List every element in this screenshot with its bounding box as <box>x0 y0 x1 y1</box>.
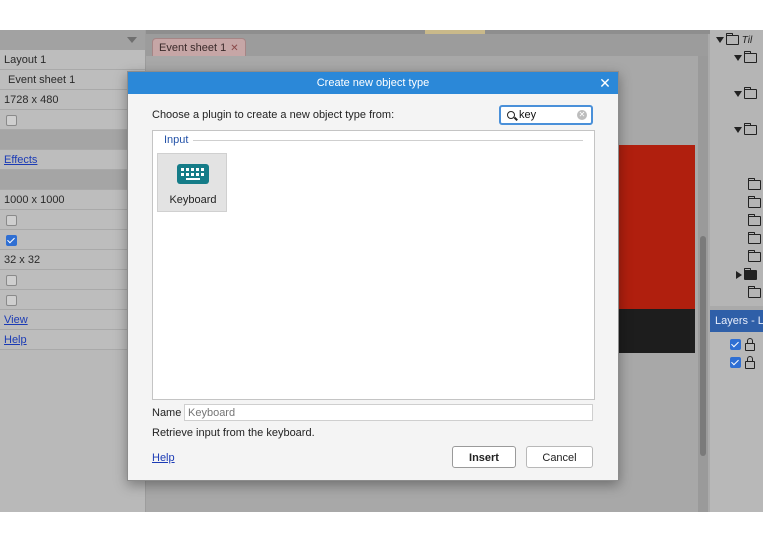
prop-section-header <box>0 130 145 150</box>
canvas-vertical-scrollbar[interactable] <box>698 56 708 512</box>
category-divider <box>193 140 583 141</box>
effects-link[interactable]: Effects <box>4 154 37 166</box>
view-link[interactable]: View <box>4 314 28 326</box>
object-name-input[interactable] <box>184 404 593 421</box>
plugin-keyboard[interactable]: Keyboard <box>157 153 227 212</box>
prop-value: 1728 x 480 <box>4 94 59 106</box>
plugin-search-input[interactable] <box>519 108 571 122</box>
cancel-button[interactable]: Cancel <box>526 446 593 468</box>
tree-item[interactable] <box>748 178 761 194</box>
plugin-search-box[interactable]: ✕ <box>499 105 593 125</box>
tree-item[interactable] <box>748 196 761 212</box>
layer-visible-checkbox[interactable] <box>730 339 741 351</box>
scrollbar-thumb[interactable] <box>700 236 706 456</box>
collapse-arrow-icon[interactable] <box>736 271 742 280</box>
tree-item[interactable] <box>734 51 757 67</box>
prop-checkbox-row <box>0 230 145 250</box>
prop-checkbox-row <box>0 110 145 130</box>
dialog-prompt: Choose a plugin to create a new object t… <box>152 109 395 121</box>
layers-panel-header: Layers - L <box>710 310 763 332</box>
help-link[interactable]: Help <box>152 452 175 464</box>
prop-event-sheet[interactable]: Event sheet 1 <box>0 70 145 90</box>
prop-layout-name[interactable]: Layout 1 <box>0 50 145 70</box>
insert-button[interactable]: Insert <box>452 446 516 468</box>
properties-header <box>0 30 145 50</box>
expand-arrow-icon[interactable] <box>716 37 724 44</box>
prop-checkbox-row <box>0 210 145 230</box>
tree-root-label: Til <box>741 35 753 46</box>
expand-arrow-icon[interactable] <box>734 127 742 134</box>
folder-filled-icon <box>744 268 757 281</box>
folder-icon <box>748 214 761 227</box>
prop-value: Event sheet 1 <box>8 74 76 86</box>
prop-checkbox-row <box>0 270 145 290</box>
folder-icon <box>748 178 761 191</box>
prop-value: Layout 1 <box>4 54 47 66</box>
dialog-title: Create new object type <box>128 72 618 94</box>
lock-icon[interactable] <box>745 355 755 369</box>
project-tree: Til <box>710 30 763 306</box>
layer-row[interactable] <box>728 336 755 351</box>
layer-visible-checkbox[interactable] <box>730 357 741 369</box>
prop-checkbox-checked[interactable] <box>6 234 17 246</box>
plugin-description: Retrieve input from the keyboard. <box>152 427 315 439</box>
prop-checkbox[interactable] <box>6 114 17 126</box>
tab-event-sheet-1[interactable]: Event sheet 1 ✕ <box>152 38 246 57</box>
collapse-arrow-icon[interactable] <box>127 37 137 43</box>
expand-arrow-icon[interactable] <box>734 55 742 62</box>
tree-item[interactable] <box>748 214 761 230</box>
create-object-dialog: Create new object type ✕ Choose a plugin… <box>127 71 619 481</box>
folder-icon <box>744 123 757 136</box>
folder-icon <box>726 33 739 46</box>
folder-icon <box>748 250 761 263</box>
prop-checkbox-row <box>0 290 145 310</box>
search-icon <box>507 111 515 119</box>
prop-margin-size[interactable]: 1000 x 1000 <box>0 190 145 210</box>
plugin-name: Keyboard <box>169 194 217 206</box>
tree-item[interactable] <box>734 87 757 103</box>
tree-item[interactable] <box>736 268 757 284</box>
prop-value: 32 x 32 <box>4 254 41 266</box>
tree-item[interactable] <box>748 250 761 266</box>
expand-arrow-icon[interactable] <box>734 91 742 98</box>
tree-item-root[interactable]: Til <box>716 33 753 49</box>
prop-help-row: Help <box>0 330 145 350</box>
folder-icon <box>744 51 757 64</box>
tab-close-icon[interactable]: ✕ <box>230 43 238 54</box>
prop-value: 1000 x 1000 <box>4 194 65 206</box>
prop-layout-size[interactable]: 1728 x 480 <box>0 90 145 110</box>
tree-item[interactable] <box>734 123 757 139</box>
tab-label: Event sheet 1 <box>159 42 227 54</box>
folder-icon <box>748 196 761 209</box>
clear-search-icon[interactable]: ✕ <box>577 110 587 120</box>
folder-icon <box>744 87 757 100</box>
close-icon[interactable]: ✕ <box>598 72 612 94</box>
prop-grid-size[interactable]: 32 x 32 <box>0 250 145 270</box>
name-label: Name <box>152 407 182 419</box>
layers-panel <box>710 332 763 512</box>
layer-row[interactable] <box>728 354 755 369</box>
tree-item[interactable] <box>748 286 761 302</box>
plugin-list: Input Keyboard <box>152 130 595 400</box>
prop-view-row: View <box>0 310 145 330</box>
editor-tab-bar: Event sheet 1 ✕ <box>146 34 708 57</box>
folder-icon <box>748 232 761 245</box>
prop-checkbox[interactable] <box>6 274 17 286</box>
prop-checkbox[interactable] <box>6 214 17 226</box>
lock-icon[interactable] <box>745 337 755 351</box>
folder-icon <box>748 286 761 299</box>
prop-checkbox[interactable] <box>6 294 17 306</box>
help-link-props[interactable]: Help <box>4 334 27 346</box>
prop-section-header <box>0 170 145 190</box>
properties-panel: Layout 1 Event sheet 1 1728 x 480 Effect… <box>0 30 146 512</box>
prop-effects-row: Effects <box>0 150 145 170</box>
category-label-input: Input <box>164 134 193 146</box>
keyboard-icon <box>177 164 209 184</box>
tree-item[interactable] <box>748 232 761 248</box>
